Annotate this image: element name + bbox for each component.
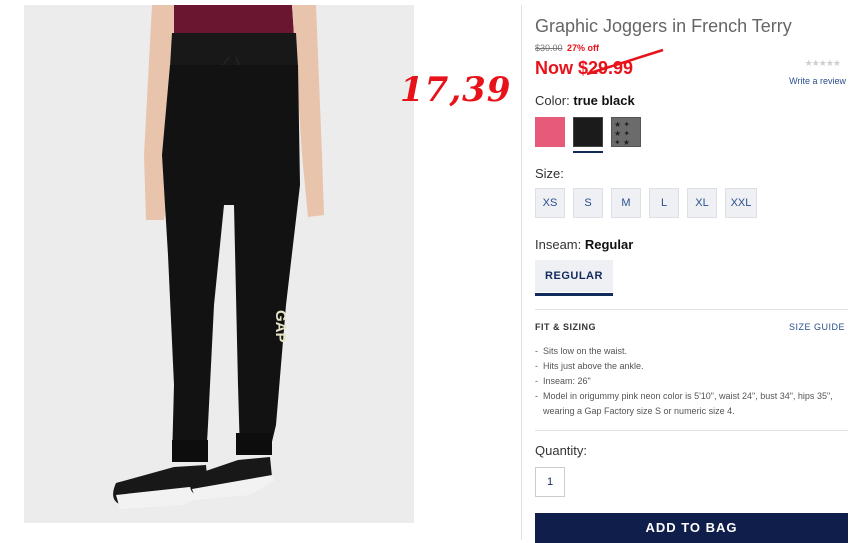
color-label: Color: true black xyxy=(535,93,635,108)
swatch-true-black[interactable] xyxy=(573,117,603,147)
write-review-link[interactable]: Write a review xyxy=(789,76,846,86)
rating-stars-icon[interactable]: ★★★★★ xyxy=(805,58,841,69)
color-label-text: Color: xyxy=(535,93,570,108)
inseam-regular-button[interactable]: REGULAR xyxy=(535,260,613,292)
divider xyxy=(535,309,848,310)
size-xs-button[interactable]: XS xyxy=(535,188,565,218)
price-strike-annotation xyxy=(586,48,664,76)
inseam-label: Inseam: Regular xyxy=(535,237,633,252)
size-xl-button[interactable]: XL xyxy=(687,188,717,218)
size-s-button[interactable]: S xyxy=(573,188,603,218)
joggers-photo: GAP xyxy=(24,5,414,523)
selected-inseam: Regular xyxy=(584,237,634,252)
gap-logo: GAP xyxy=(272,310,289,343)
list-item: Model in origummy pink neon color is 5'1… xyxy=(535,389,845,419)
size-guide-link[interactable]: SIZE GUIDE xyxy=(789,322,845,332)
product-title: Graphic Joggers in French Terry xyxy=(535,16,792,36)
fit-details-list: Sits low on the waist. Hits just above t… xyxy=(535,344,845,419)
list-item: Inseam: 26" xyxy=(535,374,845,389)
column-divider xyxy=(521,5,522,540)
selected-inseam-indicator xyxy=(535,293,613,296)
product-image[interactable]: GAP xyxy=(24,5,414,523)
swatch-grey-star-print[interactable]: ★ ✦ ★ ✦ ✦ ★ ✦ ★ ★ ✦ xyxy=(611,117,641,147)
swatch-pink[interactable] xyxy=(535,117,565,147)
size-l-button[interactable]: L xyxy=(649,188,679,218)
product-details-panel: Graphic Joggers in French Terry $30.00 2… xyxy=(535,0,850,543)
selected-color: true black xyxy=(573,93,635,108)
add-to-bag-button[interactable]: ADD TO BAG xyxy=(535,513,848,543)
divider xyxy=(535,430,848,431)
size-m-button[interactable]: M xyxy=(611,188,641,218)
size-xxl-button[interactable]: XXL xyxy=(725,188,757,218)
selected-swatch-indicator xyxy=(573,151,603,153)
list-item: Hits just above the ankle. xyxy=(535,359,845,374)
list-item: Sits low on the waist. xyxy=(535,344,845,359)
handwritten-price-annotation: 17,39 xyxy=(400,70,512,110)
fit-sizing-heading: FIT & SIZING xyxy=(535,322,596,332)
quantity-label: Quantity: xyxy=(535,443,588,458)
size-label: Size: xyxy=(535,166,564,181)
quantity-input[interactable]: 1 xyxy=(535,467,565,497)
inseam-label-text: Inseam: xyxy=(535,237,582,252)
